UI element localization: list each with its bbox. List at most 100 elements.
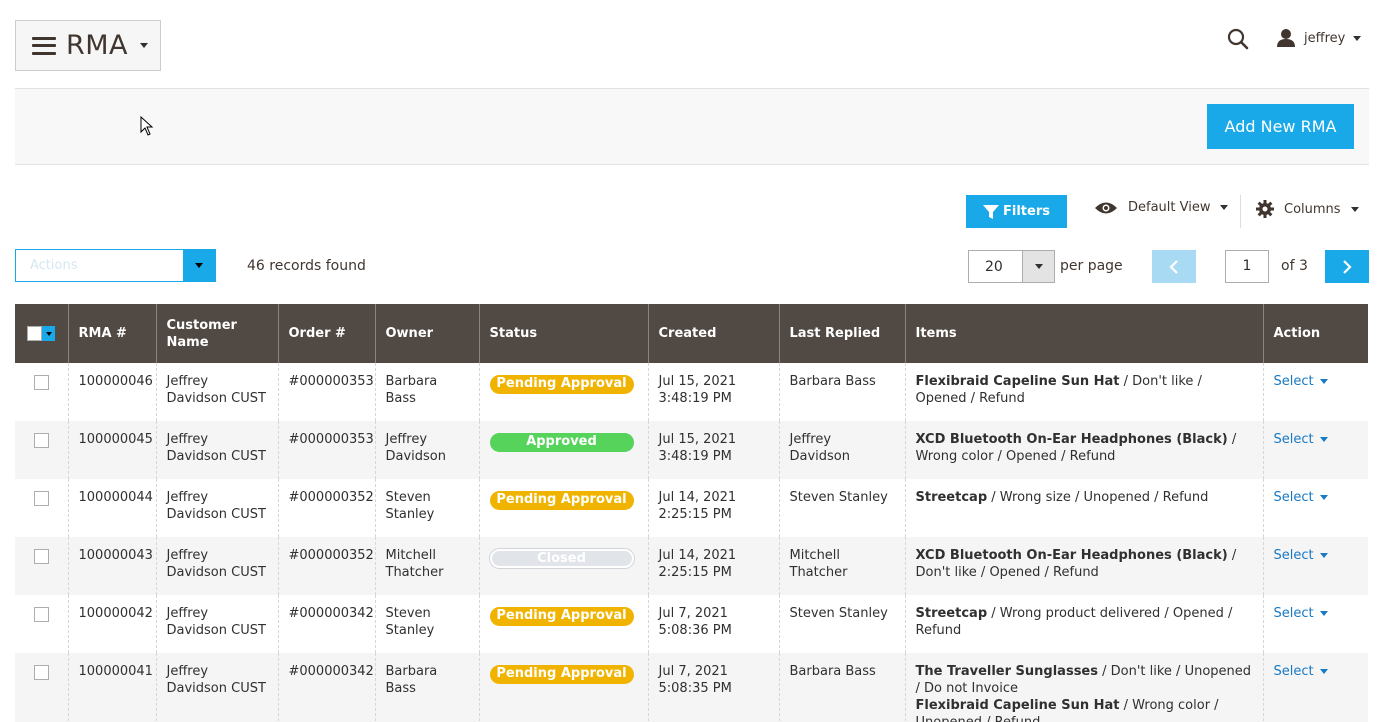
item-entry: XCD Bluetooth On-Ear Headphones (Black) … <box>916 547 1253 581</box>
mass-actions-select[interactable]: Actions <box>15 249 216 282</box>
columns-control[interactable]: Columns <box>1256 200 1359 218</box>
rma-grid: RMA # Customer Name Order # Owner Status… <box>15 304 1368 722</box>
row-checkbox[interactable] <box>34 491 49 506</box>
table-row[interactable]: 100000046 Jeffrey Davidson CUST #000000353… <box>15 363 1368 421</box>
column-header-status[interactable]: Status <box>478 304 648 363</box>
row-select-cell <box>15 653 68 722</box>
item-entry: Flexibraid Capeline Sun Hat / Wrong colo… <box>916 697 1253 722</box>
status-cell: Pending Approval <box>478 595 648 653</box>
action-cell: Select <box>1262 653 1368 722</box>
created-date: Jul 7, 2021 5:08:35 PM <box>647 653 779 722</box>
row-action-select[interactable]: Select <box>1274 489 1328 506</box>
column-header-items[interactable]: Items <box>904 304 1263 363</box>
order-number: #000000342 <box>277 653 375 722</box>
page-actions-bar: Add New RMA <box>15 88 1369 165</box>
column-header-created[interactable]: Created <box>647 304 779 363</box>
row-checkbox[interactable] <box>34 375 49 390</box>
per-page-dropdown-toggle[interactable] <box>1022 251 1054 282</box>
row-select-cell <box>15 421 68 479</box>
row-action-select[interactable]: Select <box>1274 431 1328 448</box>
filters-button[interactable]: Filters <box>966 195 1067 228</box>
item-name: The Traveller Sunglasses <box>915 664 1098 679</box>
select-label: Select <box>1273 664 1314 679</box>
grid-header-row: RMA # Customer Name Order # Owner Status… <box>15 304 1368 363</box>
row-select-cell <box>15 479 68 537</box>
next-page-button[interactable] <box>1325 250 1369 283</box>
item-entry: XCD Bluetooth On-Ear Headphones (Black) … <box>916 431 1253 465</box>
add-new-rma-button[interactable]: Add New RMA <box>1207 104 1354 149</box>
created-date: Jul 15, 2021 3:48:19 PM <box>647 363 779 421</box>
table-row[interactable]: 100000045 Jeffrey Davidson CUST #000000353… <box>15 421 1368 479</box>
items-cell: Flexibraid Capeline Sun Hat / Don't like… <box>904 363 1263 421</box>
chevron-down-icon <box>45 331 52 336</box>
last-replied: Mitchell Thatcher <box>778 537 905 595</box>
order-number: #000000352 <box>277 537 375 595</box>
per-page-select[interactable]: 20 <box>968 250 1055 283</box>
owner-name: Steven Stanley <box>374 595 479 653</box>
page-number-input[interactable]: 1 <box>1225 250 1269 283</box>
status-cell: Pending Approval <box>478 653 648 722</box>
item-entry: The Traveller Sunglasses / Don't like / … <box>916 663 1253 697</box>
items-cell: Streetcap / Wrong product delivered / Op… <box>904 595 1263 653</box>
items-cell: XCD Bluetooth On-Ear Headphones (Black) … <box>904 421 1263 479</box>
customer-name: Jeffrey Davidson CUST <box>155 479 278 537</box>
divider <box>1240 195 1241 228</box>
row-action-select[interactable]: Select <box>1274 663 1328 680</box>
table-row[interactable]: 100000043 Jeffrey Davidson CUST #000000352… <box>15 537 1368 595</box>
column-header-order[interactable]: Order # <box>277 304 375 363</box>
chevron-down-icon <box>1220 205 1229 210</box>
select-all-checkbox[interactable] <box>27 326 58 341</box>
column-header-owner[interactable]: Owner <box>374 304 479 363</box>
table-row[interactable]: 100000042 Jeffrey Davidson CUST #000000342… <box>15 595 1368 653</box>
actions-dropdown-toggle[interactable] <box>183 250 215 281</box>
status-badge: Pending Approval <box>489 491 634 510</box>
columns-label: Columns <box>1284 201 1341 217</box>
status-badge: Pending Approval <box>489 607 634 626</box>
row-action-select[interactable]: Select <box>1274 373 1328 390</box>
table-row[interactable]: 100000041 Jeffrey Davidson CUST #000000342… <box>15 653 1368 722</box>
filters-label: Filters <box>1003 204 1050 219</box>
column-header-customer[interactable]: Customer Name <box>155 304 278 363</box>
order-number: #000000352 <box>277 479 375 537</box>
status-cell: Pending Approval <box>478 363 648 421</box>
owner-name: Barbara Bass <box>374 653 479 722</box>
last-replied: Steven Stanley <box>778 479 905 537</box>
menu-button[interactable]: RMA <box>15 20 161 71</box>
owner-name: Barbara Bass <box>374 363 479 421</box>
chevron-left-icon <box>1169 259 1178 274</box>
user-icon <box>1277 29 1295 47</box>
previous-page-button[interactable] <box>1152 250 1196 283</box>
order-number: #000000353 <box>277 421 375 479</box>
actions-placeholder: Actions <box>30 258 78 273</box>
chevron-down-icon <box>1319 437 1328 442</box>
row-action-select[interactable]: Select <box>1274 605 1328 622</box>
hamburger-icon <box>32 36 56 55</box>
status-cell: Closed <box>478 537 648 595</box>
order-number: #000000353 <box>277 363 375 421</box>
row-checkbox[interactable] <box>34 665 49 680</box>
user-name: jeffrey <box>1304 30 1346 46</box>
select-all-header[interactable] <box>15 304 68 363</box>
chevron-down-icon <box>1319 669 1328 674</box>
row-checkbox[interactable] <box>34 607 49 622</box>
search-icon[interactable] <box>1226 27 1250 51</box>
column-header-last-replied[interactable]: Last Replied <box>778 304 905 363</box>
items-cell: The Traveller Sunglasses / Don't like / … <box>904 653 1263 722</box>
view-switcher[interactable]: Default View <box>1094 200 1229 215</box>
action-cell: Select <box>1262 421 1368 479</box>
row-action-select[interactable]: Select <box>1274 547 1328 564</box>
last-replied: Barbara Bass <box>778 363 905 421</box>
status-cell: Pending Approval <box>478 479 648 537</box>
item-entry: Streetcap / Wrong size / Unopened / Refu… <box>916 489 1253 506</box>
action-cell: Select <box>1262 537 1368 595</box>
row-checkbox[interactable] <box>34 433 49 448</box>
user-menu[interactable]: jeffrey <box>1276 28 1362 48</box>
eye-icon <box>1095 202 1117 213</box>
chevron-down-icon <box>1353 35 1362 41</box>
chevron-down-icon <box>140 43 149 48</box>
table-row[interactable]: 100000044 Jeffrey Davidson CUST #000000352… <box>15 479 1368 537</box>
row-select-cell <box>15 537 68 595</box>
row-checkbox[interactable] <box>34 549 49 564</box>
column-header-rma[interactable]: RMA # <box>67 304 156 363</box>
item-name: Flexibraid Capeline Sun Hat <box>915 374 1120 389</box>
